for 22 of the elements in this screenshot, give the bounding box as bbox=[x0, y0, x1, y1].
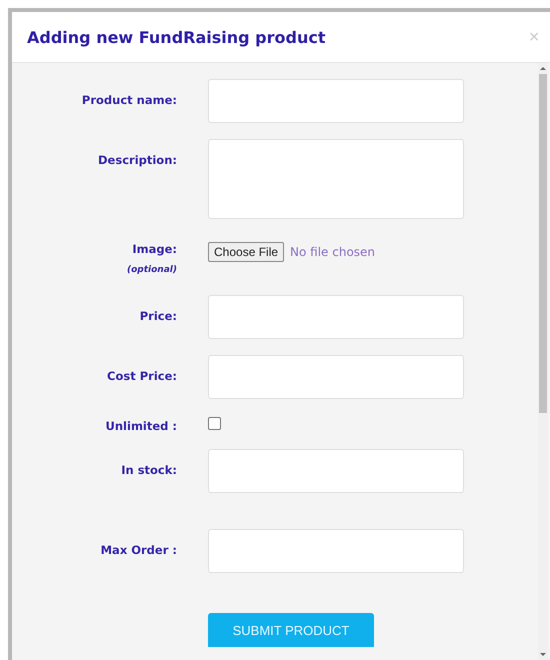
field-label: Max Order : bbox=[100, 543, 177, 557]
input-field[interactable] bbox=[208, 295, 464, 339]
input-field[interactable] bbox=[208, 79, 464, 123]
close-button[interactable]: × bbox=[528, 29, 540, 45]
field-label: Unlimited : bbox=[106, 419, 177, 433]
scrollbar[interactable] bbox=[538, 63, 548, 660]
field-label: Description: bbox=[98, 153, 177, 167]
dialog-title: Adding new FundRaising product bbox=[27, 28, 326, 46]
field-label: In stock: bbox=[121, 463, 177, 477]
input-field[interactable] bbox=[208, 355, 464, 399]
file-status: No file chosen bbox=[290, 245, 376, 259]
input-field[interactable] bbox=[208, 139, 464, 219]
submit-button[interactable]: SUBMIT PRODUCT bbox=[208, 613, 374, 647]
checkbox[interactable] bbox=[208, 417, 221, 430]
field-label: Image: bbox=[132, 242, 177, 256]
choose-file-button[interactable]: Choose File bbox=[208, 242, 284, 262]
optional-note: (optional) bbox=[127, 265, 177, 275]
field-label: Cost Price: bbox=[107, 369, 177, 383]
field-label: Product name: bbox=[82, 93, 177, 107]
input-field[interactable] bbox=[208, 449, 464, 493]
input-field[interactable] bbox=[208, 529, 464, 573]
field-label: Price: bbox=[140, 309, 177, 323]
